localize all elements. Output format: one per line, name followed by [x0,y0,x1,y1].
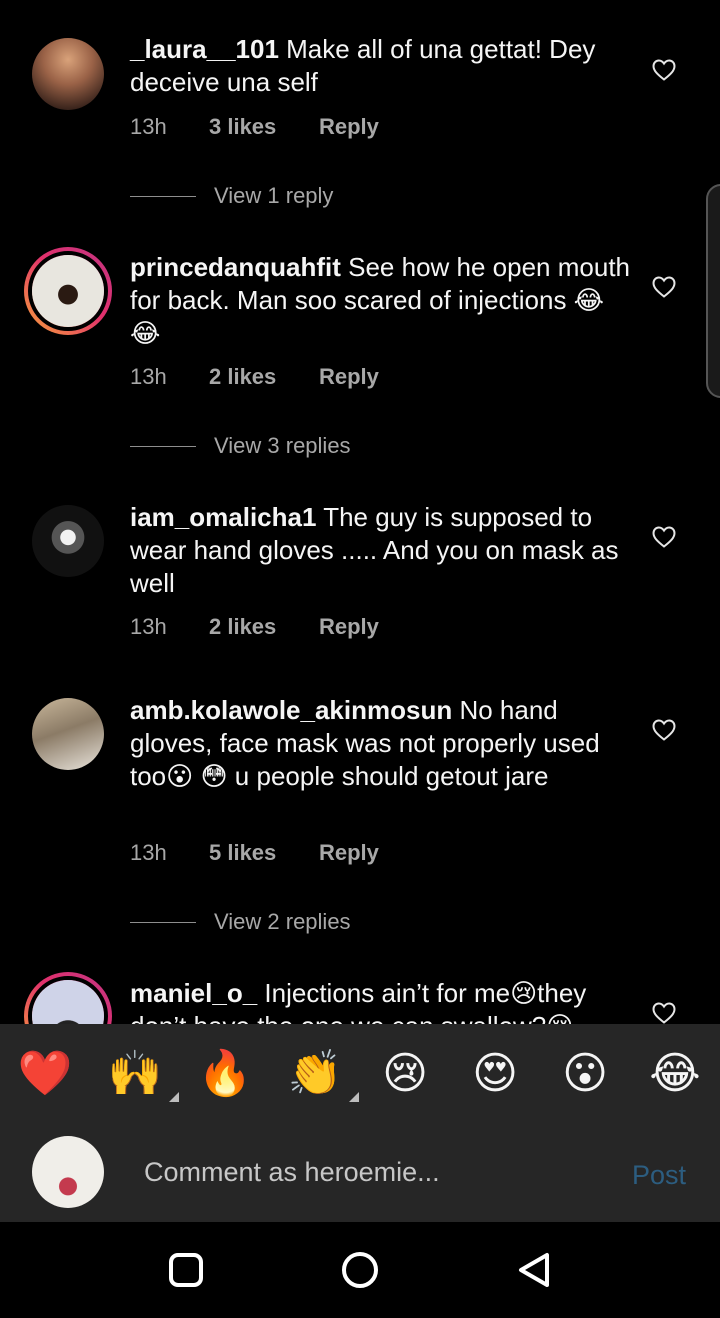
avatar [32,1136,104,1208]
comment-input[interactable] [144,1152,614,1192]
comment-likes[interactable]: 5 likes [209,840,319,866]
emoji-heart-eyes[interactable]: 😍 [465,1046,525,1102]
heart-icon[interactable] [652,59,676,81]
comment-meta: 13h 3 likes Reply [130,114,379,140]
avatar[interactable] [24,247,112,335]
view-replies-button[interactable]: View 1 reply [130,183,333,209]
triangle-back-icon[interactable] [515,1250,555,1290]
emoji-laughing[interactable]: 😂 [645,1046,705,1102]
emoji-fire[interactable]: 🔥 [195,1046,255,1102]
square-icon[interactable] [166,1250,206,1290]
reply-button[interactable]: Reply [319,840,379,866]
screen: _laura__101 Make all of una gettat! Dey … [0,0,720,1318]
comment-time: 13h [130,614,167,639]
circle-icon[interactable] [340,1250,380,1290]
avatar[interactable] [32,505,104,577]
emoji-clapping-glyph: 👏 [287,1048,343,1099]
emoji-heart[interactable]: ❤️ [15,1046,75,1102]
comment-username[interactable]: _laura__101 [130,34,279,64]
reply-button[interactable]: Reply [319,114,379,140]
comment-likes[interactable]: 3 likes [209,114,319,140]
emoji-raised-hands-glyph: 🙌 [107,1048,163,1099]
scrollbar-handle[interactable] [706,184,720,398]
comment-time: 13h [130,364,167,389]
emoji-raised-hands[interactable]: 🙌 [105,1046,179,1102]
avatar[interactable] [32,698,104,770]
heart-icon[interactable] [652,1002,676,1024]
comment-meta: 13h 5 likes Reply [130,840,379,866]
emoji-crying[interactable]: 😢 [375,1046,435,1102]
divider-line [130,195,196,197]
comment-likes[interactable]: 2 likes [209,364,319,390]
skin-tone-indicator-icon [349,1092,359,1102]
comment-meta: 13h 2 likes Reply [130,614,379,640]
heart-icon[interactable] [652,526,676,548]
comment-username[interactable]: princedanquahfit [130,252,341,282]
post-button[interactable]: Post [632,1160,686,1191]
comment-text: princedanquahfit See how he open mouth f… [130,251,630,350]
comments-list[interactable]: _laura__101 Make all of una gettat! Dey … [0,0,720,1024]
divider-line [130,445,196,447]
emoji-surprised[interactable]: 😮 [555,1046,615,1102]
heart-icon[interactable] [652,276,676,298]
heart-icon[interactable] [652,719,676,741]
view-replies-button[interactable]: View 2 replies [130,909,351,935]
avatar[interactable] [24,972,112,1024]
comment-username[interactable]: iam_omalicha1 [130,502,316,532]
comment-text: _laura__101 Make all of una gettat! Dey … [130,33,630,99]
view-replies-button[interactable]: View 3 replies [130,433,351,459]
comment-meta: 13h 2 likes Reply [130,364,379,390]
view-replies-label: View 1 reply [214,183,334,208]
view-replies-label: View 3 replies [214,433,351,458]
divider-line [130,921,196,923]
comment-time: 13h [130,114,167,139]
avatar[interactable] [32,38,104,110]
emoji-clapping[interactable]: 👏 [285,1046,359,1102]
comment-text: maniel_o_ Injections ain’t for me😢they d… [130,977,630,1024]
emoji-reaction-bar: ❤️ 🙌 🔥 👏 😢 😍 😮 😂 [0,1024,720,1122]
comment-text: amb.kolawole_akinmosun No hand gloves, f… [130,694,630,793]
comment-text: iam_omalicha1 The guy is supposed to wea… [130,501,630,600]
reply-button[interactable]: Reply [319,614,379,640]
view-replies-label: View 2 replies [214,909,351,934]
reply-button[interactable]: Reply [319,364,379,390]
comment-likes[interactable]: 2 likes [209,614,319,640]
comment-username[interactable]: amb.kolawole_akinmosun [130,695,452,725]
comment-composer: Post [0,1122,720,1222]
skin-tone-indicator-icon [169,1092,179,1102]
comment-time: 13h [130,840,167,865]
comment-username[interactable]: maniel_o_ [130,978,257,1008]
navigation-bar [0,1222,720,1318]
